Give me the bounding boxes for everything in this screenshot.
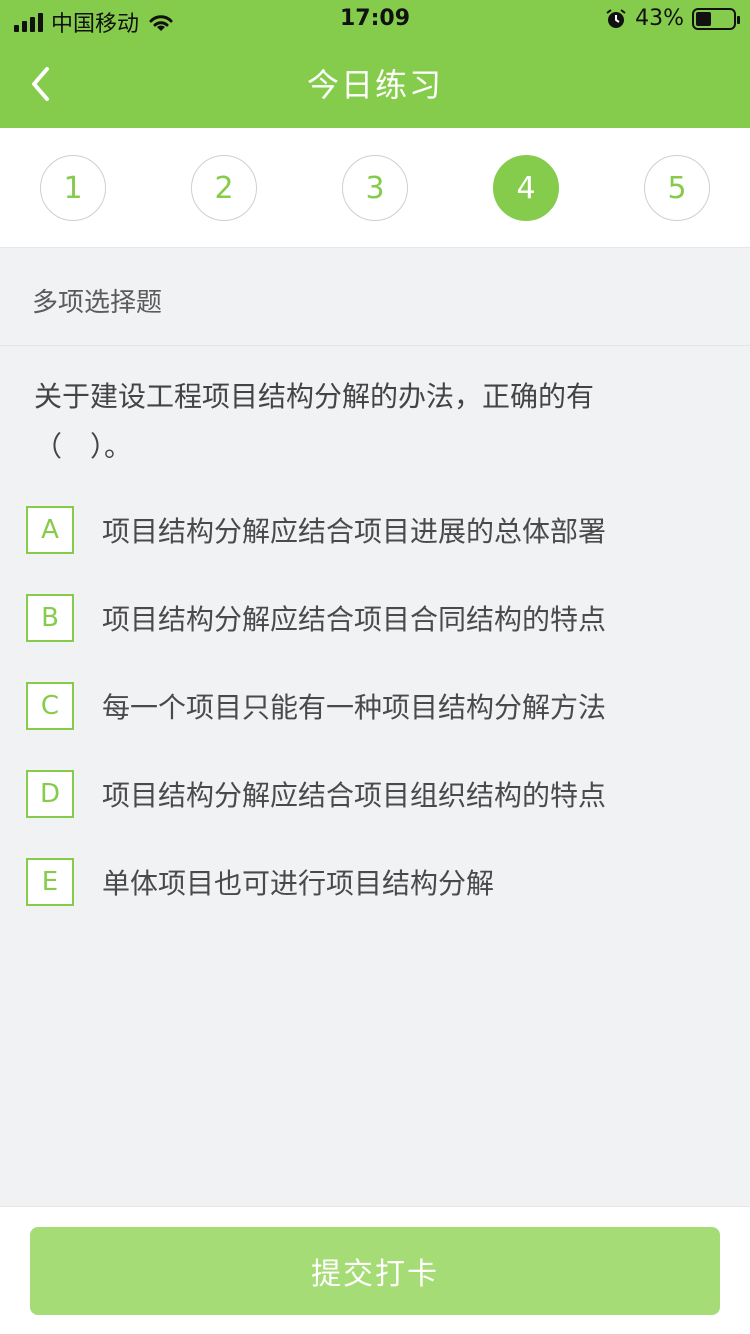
nav-bar: 今日练习 [0, 40, 750, 128]
option-e-checkbox[interactable]: E [26, 858, 74, 906]
header: 中国移动 17:09 43% 今日练习 [0, 0, 750, 128]
battery-level-fill [696, 11, 711, 26]
battery-percent: 43% [635, 6, 684, 31]
option-b[interactable]: B 项目结构分解应结合项目合同结构的特点 [26, 588, 726, 648]
option-a[interactable]: A 项目结构分解应结合项目进展的总体部署 [26, 500, 726, 560]
option-e-text: 单体项目也可进行项目结构分解 [102, 867, 495, 900]
bottom-bar: 提交打卡 [0, 1206, 750, 1334]
question-text: 关于建设工程项目结构分解的办法，正确的有（ ）。 [34, 380, 595, 463]
battery-icon [692, 7, 740, 30]
option-c-checkbox[interactable]: C [26, 682, 74, 730]
option-b-checkbox[interactable]: B [26, 594, 74, 642]
question-type-section: 多项选择题 [0, 248, 750, 346]
submit-checkin-button[interactable]: 提交打卡 [30, 1227, 720, 1315]
option-d[interactable]: D 项目结构分解应结合项目组织结构的特点 [26, 764, 726, 824]
option-b-text: 项目结构分解应结合项目合同结构的特点 [102, 603, 607, 636]
option-a-text: 项目结构分解应结合项目进展的总体部署 [102, 515, 607, 548]
question-type-label: 多项选择题 [32, 288, 163, 318]
step-4-button[interactable]: 4 [493, 155, 559, 221]
status-bar: 中国移动 17:09 43% [0, 0, 750, 40]
option-d-text: 项目结构分解应结合项目组织结构的特点 [102, 779, 607, 812]
alarm-icon [606, 8, 626, 28]
option-e[interactable]: E 单体项目也可进行项目结构分解 [26, 852, 726, 912]
page-title: 今日练习 [306, 66, 443, 104]
option-c-text: 每一个项目只能有一种项目结构分解方法 [102, 691, 607, 724]
practice-page: 中国移动 17:09 43% 今日练习 1 2 3 4 5 多项选择题 关于建设… [0, 0, 750, 1334]
option-d-checkbox[interactable]: D [26, 770, 74, 818]
question-step-indicator: 1 2 3 4 5 [0, 128, 750, 248]
option-c[interactable]: C 每一个项目只能有一种项目结构分解方法 [26, 676, 726, 736]
step-2-button[interactable]: 2 [191, 155, 257, 221]
step-1-button[interactable]: 1 [40, 155, 106, 221]
option-a-checkbox[interactable]: A [26, 506, 74, 554]
step-5-button[interactable]: 5 [644, 155, 710, 221]
step-3-button[interactable]: 3 [342, 155, 408, 221]
